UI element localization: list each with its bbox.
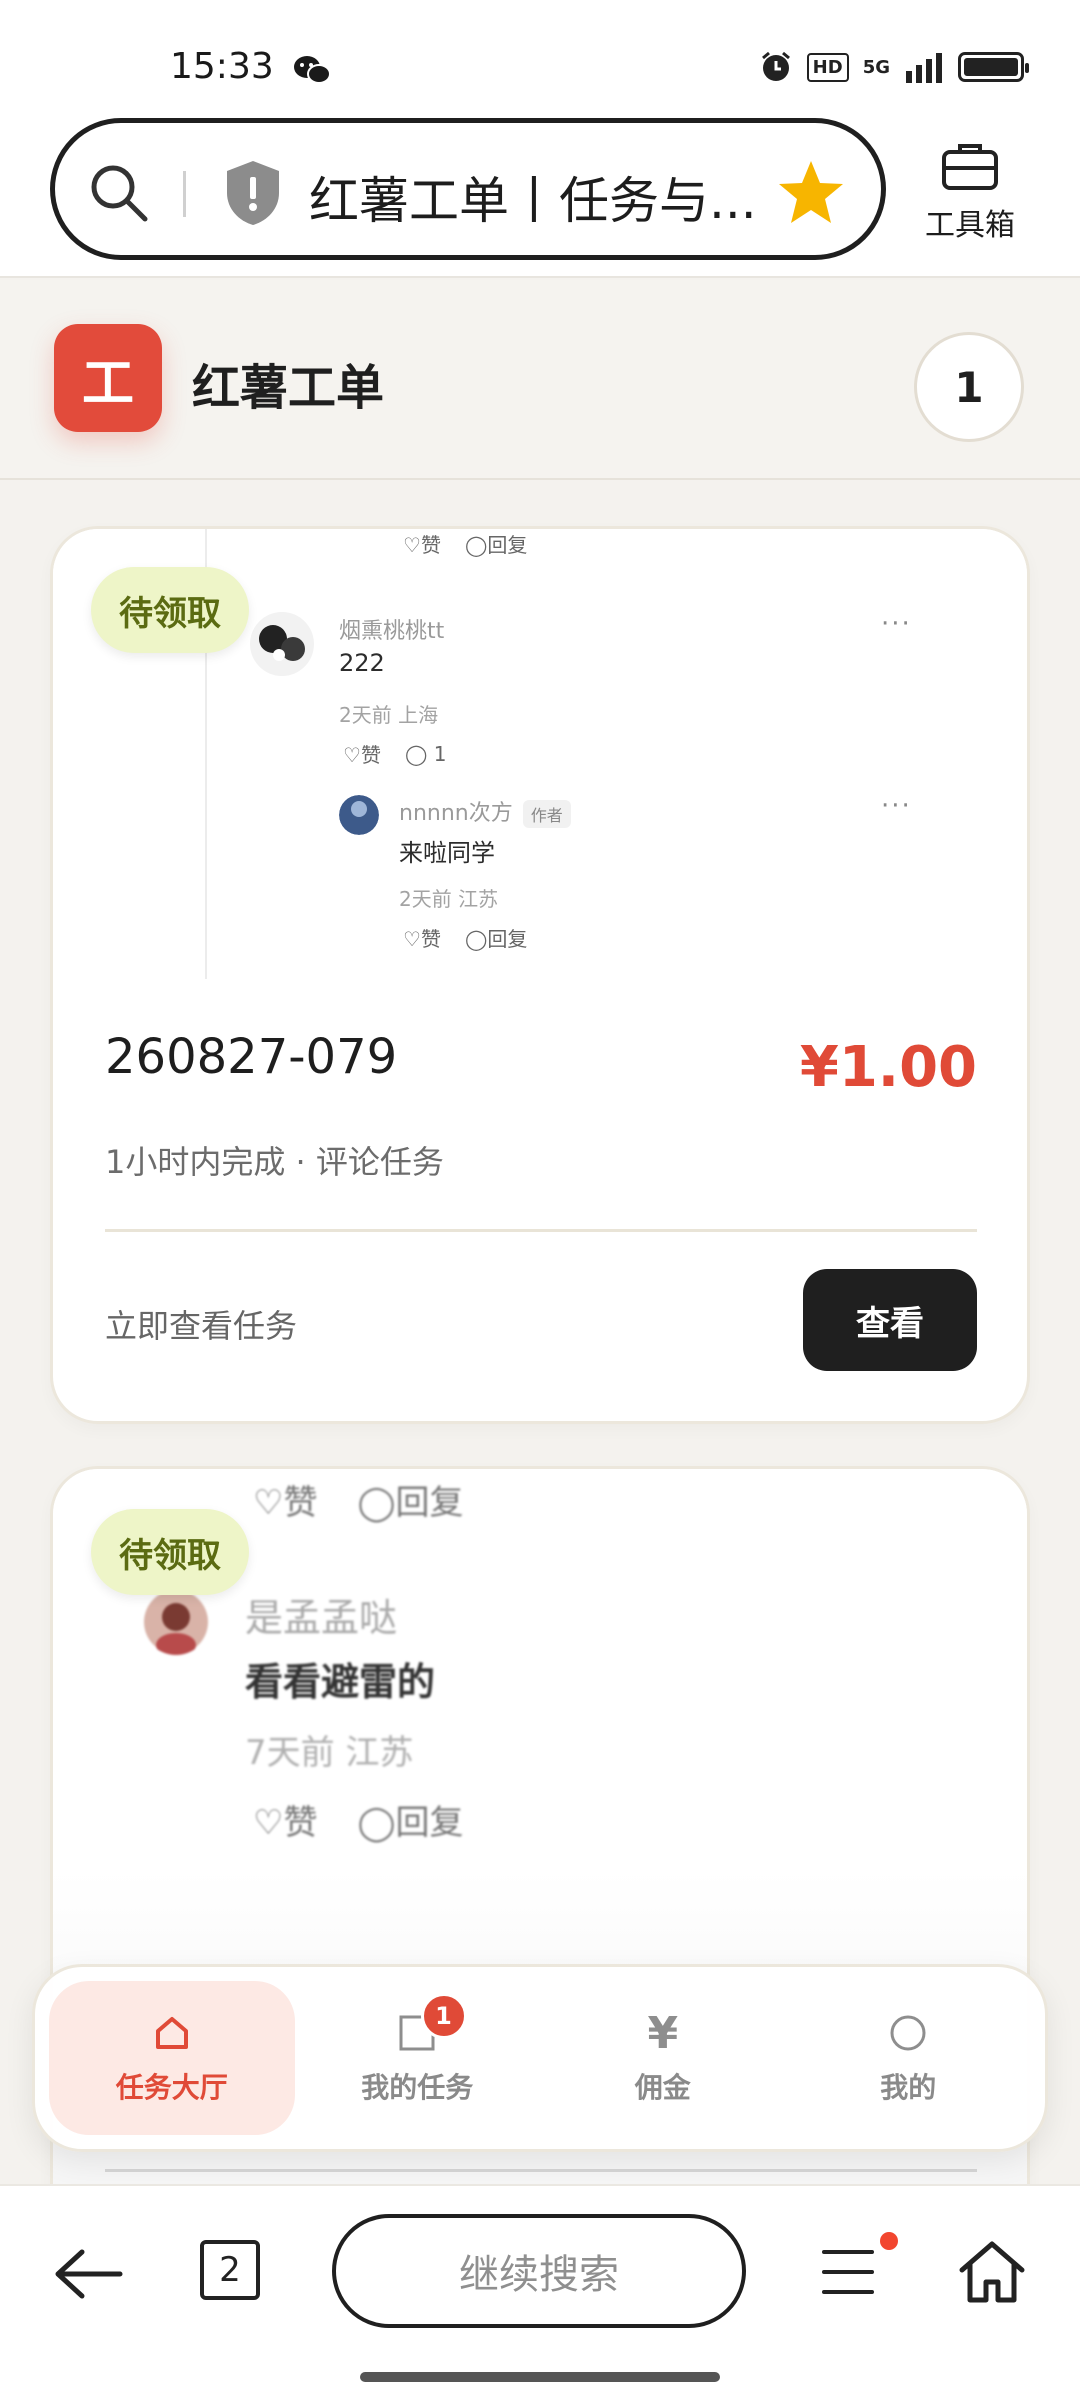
chat-icon: ◯ bbox=[464, 533, 488, 557]
reply-action: ◯回复 bbox=[464, 533, 528, 557]
task-card[interactable]: ♡赞 ◯回复 烟熏桃桃tt ··· 222 2天前 上海 ♡赞 ◯ 1 nnnn… bbox=[50, 526, 1030, 1424]
signal-icon bbox=[906, 53, 942, 83]
battery-icon bbox=[958, 52, 1029, 82]
signal-5g-label: 5G bbox=[862, 56, 890, 78]
view-button[interactable]: 查看 bbox=[803, 1269, 977, 1371]
task-price: ¥1.00 bbox=[799, 1035, 977, 1100]
comment-actions: ♡赞 ◯回复 bbox=[253, 1475, 464, 1524]
comment-meta: 7天前 江苏 bbox=[245, 1733, 414, 1773]
avatar bbox=[144, 1590, 208, 1655]
comment-actions: ♡赞 ◯回复 bbox=[403, 529, 527, 558]
hd-icon: HD bbox=[806, 52, 849, 82]
author-tag: 作者 bbox=[522, 800, 571, 828]
nav-item-my-tasks[interactable]: 我的任务 1 bbox=[295, 1981, 541, 2135]
status-pill: 待领取 bbox=[91, 1509, 249, 1595]
count-badge[interactable]: 1 bbox=[914, 332, 1024, 442]
reply-action: ◯ 1 bbox=[404, 741, 447, 766]
more-icon: ··· bbox=[881, 791, 912, 821]
reply-action: ◯回复 bbox=[357, 1803, 464, 1843]
home-icon[interactable] bbox=[956, 2238, 1028, 2306]
comment-author: 是孟孟哒 bbox=[245, 1596, 398, 1640]
notification-badge: 1 bbox=[420, 1993, 467, 2039]
back-arrow-icon[interactable] bbox=[52, 2246, 124, 2302]
comment-actions: ♡赞 ◯回复 bbox=[403, 923, 527, 952]
bottom-nav: 任务大厅 我的任务 1 ¥ 佣金 我的 bbox=[32, 1964, 1048, 2152]
tabs-button[interactable]: 2 bbox=[200, 2240, 260, 2300]
home-icon bbox=[152, 2010, 192, 2056]
url-field[interactable]: 红薯工单丨任务与... bbox=[50, 118, 886, 260]
browser-address-bar: 红薯工单丨任务与... 工具箱 bbox=[0, 110, 1080, 278]
comment-author: 烟熏桃桃tt bbox=[339, 619, 445, 644]
comment-text: 222 bbox=[339, 649, 385, 677]
app-logo: 工 bbox=[54, 324, 162, 432]
comment-actions: ♡赞 ◯回复 bbox=[253, 1795, 464, 1844]
card-divider bbox=[105, 2169, 977, 2172]
more-icon: ··· bbox=[881, 609, 912, 639]
like-action: ♡赞 bbox=[403, 927, 441, 951]
reply-action: ◯回复 bbox=[357, 1483, 464, 1523]
toolbox-icon bbox=[942, 144, 998, 190]
comment-meta: 2天前 上海 bbox=[339, 703, 439, 727]
card-divider bbox=[105, 1229, 977, 1232]
nav-label: 我的 bbox=[880, 2071, 937, 2104]
chat-icon: ◯ bbox=[464, 927, 488, 951]
nav-label: 任务大厅 bbox=[115, 2071, 228, 2104]
heart-icon: ♡ bbox=[403, 533, 421, 557]
avatar bbox=[339, 795, 379, 835]
continue-search-button[interactable]: 继续搜索 bbox=[332, 2214, 746, 2328]
shield-icon[interactable] bbox=[223, 159, 283, 227]
comment-text: 看看避雷的 bbox=[245, 1660, 436, 1704]
wechat-icon bbox=[294, 56, 331, 84]
home-indicator[interactable] bbox=[360, 2372, 720, 2382]
chat-icon: ◯ bbox=[357, 1483, 396, 1523]
notification-dot bbox=[880, 2232, 898, 2250]
comment-author: nnnnn次方 作者 bbox=[399, 795, 571, 828]
avatar bbox=[250, 612, 314, 676]
reply-action: ◯回复 bbox=[464, 927, 528, 951]
nav-label: 佣金 bbox=[634, 2071, 691, 2104]
heart-icon: ♡ bbox=[253, 1483, 284, 1523]
search-icon[interactable] bbox=[87, 161, 151, 225]
menu-icon[interactable] bbox=[818, 2242, 878, 2302]
chat-icon: ◯ bbox=[357, 1803, 396, 1843]
toolbox-label: 工具箱 bbox=[925, 208, 1015, 243]
like-action: ♡赞 bbox=[403, 533, 441, 557]
star-icon[interactable] bbox=[775, 157, 847, 229]
nav-item-task-hall[interactable]: 任务大厅 bbox=[49, 1981, 295, 2135]
yen-icon: ¥ bbox=[647, 2007, 679, 2059]
app-header: 工 红薯工单 1 bbox=[0, 280, 1080, 480]
url-divider bbox=[183, 171, 186, 217]
nav-item-commission[interactable]: ¥ 佣金 bbox=[540, 1981, 786, 2135]
status-time: 15:33 bbox=[170, 46, 274, 87]
toolbox-button[interactable]: 工具箱 bbox=[920, 140, 1020, 244]
task-subtitle: 1小时内完成 · 评论任务 bbox=[105, 1143, 444, 1181]
chat-icon: ◯ bbox=[404, 741, 428, 766]
comment-text: 来啦同学 bbox=[399, 839, 495, 867]
nav-label: 我的任务 bbox=[361, 2071, 474, 2104]
like-action: ♡赞 bbox=[253, 1803, 318, 1843]
status-bar: 15:33 HD 5G bbox=[0, 0, 1080, 110]
task-id: 260827-079 bbox=[105, 1029, 398, 1085]
nav-item-mine[interactable]: 我的 bbox=[786, 1981, 1032, 2135]
comment-meta: 2天前 江苏 bbox=[399, 887, 499, 911]
alarm-icon bbox=[761, 51, 790, 81]
heart-icon: ♡ bbox=[343, 743, 361, 767]
circle-icon bbox=[888, 2010, 928, 2056]
status-pill: 待领取 bbox=[91, 567, 249, 653]
like-action: ♡赞 bbox=[343, 743, 381, 767]
page-title[interactable]: 红薯工单丨任务与... bbox=[309, 161, 779, 233]
heart-icon: ♡ bbox=[403, 927, 421, 951]
heart-icon: ♡ bbox=[253, 1803, 284, 1843]
view-task-text[interactable]: 立即查看任务 bbox=[105, 1301, 297, 1347]
comment-actions: ♡赞 ◯ 1 bbox=[343, 739, 446, 768]
browser-bottom-bar: 2 继续搜索 bbox=[0, 2184, 1080, 2400]
like-action: ♡赞 bbox=[253, 1483, 318, 1523]
app-name: 红薯工单 bbox=[192, 360, 385, 416]
